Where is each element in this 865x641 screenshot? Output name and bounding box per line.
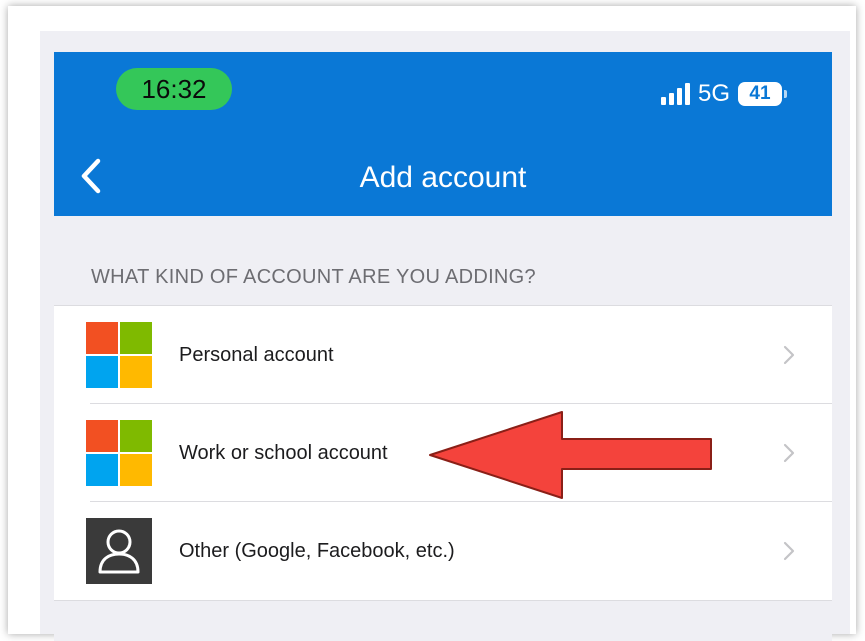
phone-screen: 16:32 5G 41 Add account WHAT KIND OF ACC… [54,52,832,641]
microsoft-logo-icon [86,420,152,486]
chevron-right-icon [783,345,795,365]
section-header: WHAT KIND OF ACCOUNT ARE YOU ADDING? [91,266,536,288]
list-item-label: Other (Google, Facebook, etc.) [179,540,455,562]
battery-level: 41 [749,83,771,104]
list-item-other-account[interactable]: Other (Google, Facebook, etc.) [54,502,832,600]
battery-icon: 41 [738,82,787,106]
list-item-label: Work or school account [179,442,388,464]
chevron-right-icon [783,443,795,463]
cellular-signal-icon [660,83,690,105]
list-item-personal-account[interactable]: Personal account [54,306,832,404]
person-icon [86,518,152,584]
red-arrow-annotation [429,411,712,499]
header-bar: 16:32 5G 41 Add account [54,52,832,216]
microsoft-logo-icon [86,322,152,388]
chevron-right-icon [783,541,795,561]
status-time: 16:32 [116,68,232,110]
network-type: 5G [697,80,730,107]
page-title: Add account [359,161,527,194]
list-item-label: Personal account [179,344,334,366]
status-indicators: 5G 41 [660,80,787,107]
